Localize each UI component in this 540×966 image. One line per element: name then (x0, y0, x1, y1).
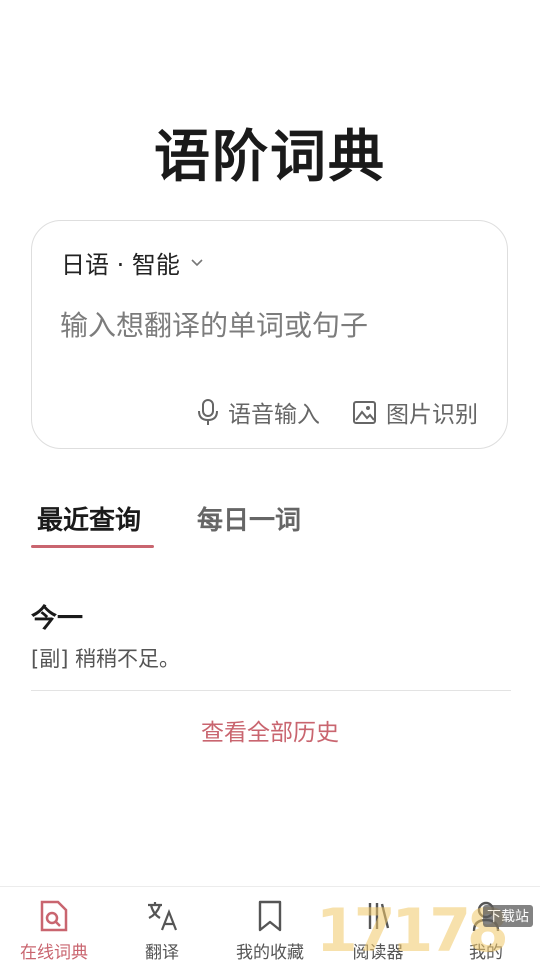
image-recognition-label: 图片识别 (386, 402, 478, 428)
image-recognition-button[interactable]: 图片识别 (352, 395, 478, 429)
recent-query-item[interactable]: 今一 [副] 稍稍不足。 (31, 598, 511, 673)
watermark-logo: 17178 (316, 896, 509, 966)
entry-word: 今一 (31, 604, 84, 634)
divider (31, 690, 511, 691)
watermark-tag: 下载站 (483, 905, 533, 927)
entry-definition: [副] 稍稍不足。 (31, 647, 181, 671)
dictionary-search-icon (38, 899, 70, 937)
active-tab-indicator (31, 545, 154, 548)
tab-bar: 最近查询 每日一词 (31, 500, 511, 550)
nav-translate[interactable]: 翻译 (112, 887, 212, 963)
translate-icon (145, 899, 179, 937)
tab-word-of-the-day[interactable]: 每日一词 (197, 500, 301, 537)
chevron-down-icon (190, 258, 204, 268)
app-title: 语阶词典 (154, 125, 386, 190)
language-label: 日语 · 智能 (61, 251, 180, 279)
tab-recent-queries[interactable]: 最近查询 (37, 500, 141, 537)
search-card: 日语 · 智能 语音输入 图片识别 (31, 220, 508, 449)
view-all-history-link[interactable]: 查看全部历史 (0, 713, 540, 747)
microphone-icon (198, 399, 218, 425)
language-selector[interactable]: 日语 · 智能 (61, 245, 204, 280)
image-icon (353, 400, 376, 424)
voice-input-button[interactable]: 语音输入 (197, 395, 320, 429)
search-input[interactable] (60, 303, 480, 347)
bookmark-icon (256, 899, 284, 937)
voice-input-label: 语音输入 (228, 402, 320, 428)
nav-favorites[interactable]: 我的收藏 (220, 887, 320, 963)
nav-online-dictionary[interactable]: 在线词典 (4, 887, 104, 963)
